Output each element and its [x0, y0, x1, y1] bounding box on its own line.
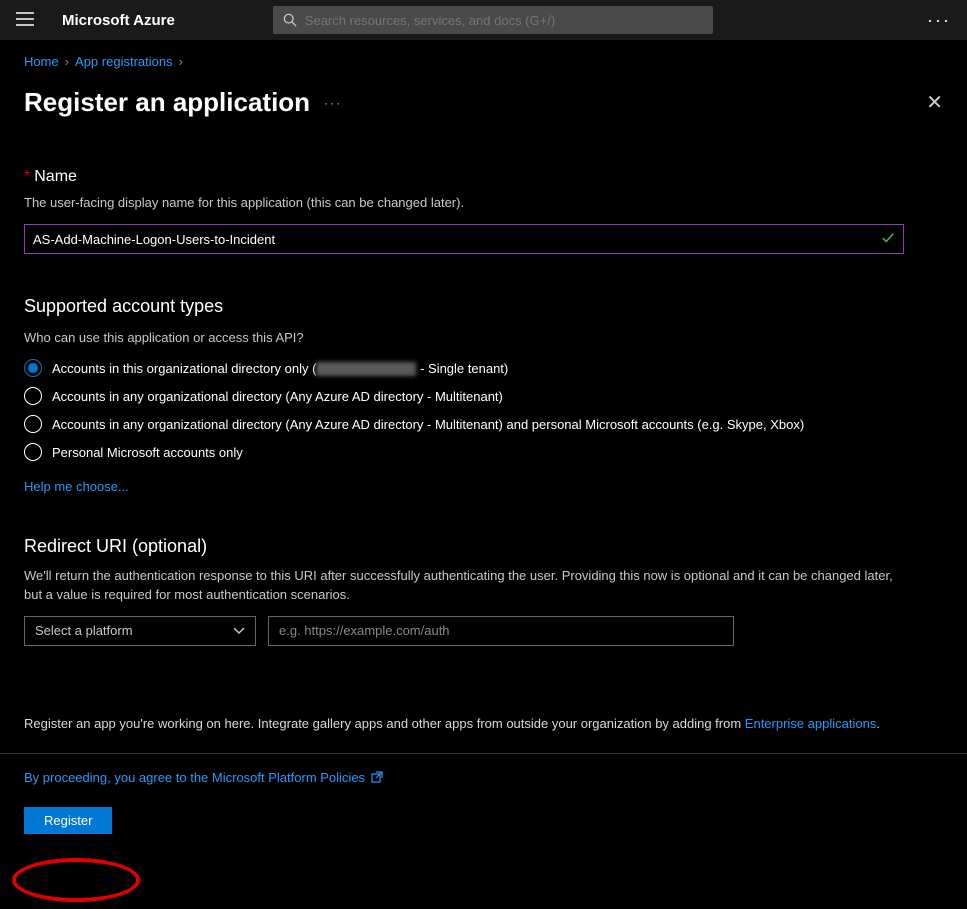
- radio-label: Accounts in any organizational directory…: [52, 389, 503, 404]
- radio-multi-tenant-personal[interactable]: Accounts in any organizational directory…: [24, 415, 943, 433]
- radio-multi-tenant[interactable]: Accounts in any organizational directory…: [24, 387, 943, 405]
- required-star-icon: *: [24, 168, 30, 185]
- global-search[interactable]: [273, 6, 713, 34]
- radio-single-tenant[interactable]: Accounts in this organizational director…: [24, 359, 943, 377]
- breadcrumb: Home › App registrations ›: [24, 54, 943, 69]
- redirect-uri-heading: Redirect URI (optional): [24, 536, 943, 557]
- radio-label: Personal Microsoft accounts only: [52, 445, 243, 460]
- search-input[interactable]: [305, 13, 703, 28]
- annotation-highlight-circle: [12, 858, 140, 902]
- radio-icon: [24, 359, 42, 377]
- redirect-uri-helper: We'll return the authentication response…: [24, 567, 904, 603]
- page-title: Register an application: [24, 87, 310, 118]
- radio-icon: [24, 415, 42, 433]
- breadcrumb-app-registrations[interactable]: App registrations: [75, 54, 173, 69]
- register-button[interactable]: Register: [24, 807, 112, 834]
- platform-select[interactable]: Select a platform: [24, 616, 256, 646]
- platform-select-value: Select a platform: [35, 623, 133, 638]
- top-bar: Microsoft Azure ···: [0, 0, 967, 40]
- radio-label: Accounts in any organizational directory…: [52, 417, 804, 432]
- name-section-label: *Name: [24, 168, 943, 186]
- close-icon[interactable]: ✕: [926, 90, 943, 115]
- app-name-field-wrap: [24, 224, 904, 254]
- breadcrumb-home[interactable]: Home: [24, 54, 59, 69]
- enterprise-applications-link[interactable]: Enterprise applications: [745, 716, 877, 731]
- brand-label: Microsoft Azure: [62, 12, 175, 29]
- hamburger-menu-icon[interactable]: [16, 12, 34, 29]
- redacted-tenant-name: [316, 362, 416, 376]
- radio-icon: [24, 443, 42, 461]
- chevron-right-icon: ›: [179, 54, 183, 69]
- account-types-heading: Supported account types: [24, 296, 943, 317]
- gallery-note: Register an app you're working on here. …: [24, 716, 943, 731]
- redirect-uri-input[interactable]: [268, 616, 734, 646]
- account-types-question: Who can use this application or access t…: [24, 329, 943, 347]
- checkmark-icon: [881, 231, 895, 248]
- chevron-right-icon: ›: [65, 54, 69, 69]
- app-name-input[interactable]: [33, 232, 895, 247]
- chevron-down-icon: [233, 623, 245, 638]
- search-icon: [283, 13, 297, 27]
- platform-policies-link[interactable]: By proceeding, you agree to the Microsof…: [24, 770, 365, 785]
- radio-label: Accounts in this organizational director…: [52, 361, 508, 377]
- account-types-radio-group: Accounts in this organizational director…: [24, 359, 943, 461]
- radio-icon: [24, 387, 42, 405]
- page-more-icon[interactable]: ···: [324, 96, 342, 110]
- help-me-choose-link[interactable]: Help me choose...: [24, 479, 129, 494]
- overflow-menu-icon[interactable]: ···: [927, 10, 951, 31]
- external-link-icon: [371, 771, 383, 783]
- radio-personal-only[interactable]: Personal Microsoft accounts only: [24, 443, 943, 461]
- name-helper-text: The user-facing display name for this ap…: [24, 194, 943, 212]
